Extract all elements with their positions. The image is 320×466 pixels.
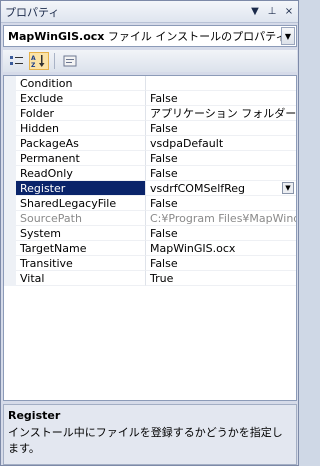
- property-value[interactable]: False: [146, 91, 296, 106]
- property-row[interactable]: Folder アプリケーション フォルダー: [4, 106, 296, 121]
- object-type: ファイル インストールのプロパティ: [107, 30, 281, 43]
- property-row[interactable]: TargetName MapWinGIS.ocx: [4, 241, 296, 256]
- property-name[interactable]: ReadOnly: [16, 166, 146, 181]
- description-title: Register: [8, 409, 61, 422]
- property-grid[interactable]: Condition Exclude False Folder アプリケーション フォルダ…: [3, 75, 297, 401]
- property-name[interactable]: Register: [16, 181, 146, 196]
- property-value[interactable]: False: [146, 166, 296, 181]
- svg-text:A: A: [31, 55, 36, 62]
- property-row[interactable]: Condition: [4, 76, 296, 91]
- property-name[interactable]: Hidden: [16, 121, 146, 136]
- property-value[interactable]: False: [146, 226, 296, 241]
- row-margin: [4, 76, 16, 91]
- row-margin: [4, 106, 16, 121]
- property-value[interactable]: False: [146, 256, 296, 271]
- property-value-text: C:¥Program Files¥MapWindow: [150, 212, 296, 225]
- property-toolbar: A Z: [3, 50, 297, 72]
- property-row[interactable]: Hidden False: [4, 121, 296, 136]
- property-value[interactable]: C:¥Program Files¥MapWindow: [146, 211, 296, 226]
- property-value-text: vsdpaDefault: [150, 137, 224, 150]
- property-name[interactable]: PackageAs: [16, 136, 146, 151]
- object-selector[interactable]: MapWinGIS.ocx ファイル インストールのプロパティ ▼: [3, 25, 297, 47]
- description-text: インストール中にファイルを登録するかどうかを指定します。: [8, 426, 283, 455]
- property-value-text: False: [150, 122, 178, 135]
- row-margin: [4, 196, 16, 211]
- property-value-text: True: [150, 272, 174, 285]
- svg-text:Z: Z: [31, 62, 36, 68]
- property-value[interactable]: False: [146, 121, 296, 136]
- property-value-text: vsdrfCOMSelfReg: [150, 182, 246, 195]
- window-dropdown-icon[interactable]: ▼: [247, 4, 263, 20]
- property-name[interactable]: Exclude: [16, 91, 146, 106]
- property-row[interactable]: Exclude False: [4, 91, 296, 106]
- property-name[interactable]: SharedLegacyFile: [16, 196, 146, 211]
- row-margin: [4, 91, 16, 106]
- property-value-text: False: [150, 167, 178, 180]
- row-margin: [4, 121, 16, 136]
- window-title: プロパティ: [5, 5, 60, 19]
- property-value[interactable]: MapWinGIS.ocx: [146, 241, 296, 256]
- object-name: MapWinGIS.ocx: [8, 30, 105, 43]
- property-name[interactable]: SourcePath: [16, 211, 146, 226]
- object-selector-text: MapWinGIS.ocx ファイル インストールのプロパティ: [4, 28, 281, 44]
- description-pane: Register インストール中にファイルを登録するかどうかを指定します。: [3, 404, 297, 465]
- property-value[interactable]: アプリケーション フォルダー: [146, 106, 296, 121]
- property-value-text: MapWinGIS.ocx: [150, 242, 236, 255]
- property-value[interactable]: True: [146, 271, 296, 286]
- properties-window: プロパティ ▼ ⊥ × MapWinGIS.ocx ファイル インストールのプロ…: [0, 0, 299, 466]
- property-name[interactable]: Condition: [16, 76, 146, 91]
- property-row[interactable]: Vital True: [4, 271, 296, 286]
- close-icon[interactable]: ×: [281, 4, 297, 20]
- property-value-text: False: [150, 152, 178, 165]
- object-selector-dropdown-icon[interactable]: ▼: [281, 27, 295, 45]
- property-value-text: False: [150, 257, 178, 270]
- toolbar-separator: [54, 53, 55, 69]
- property-value-text: False: [150, 92, 178, 105]
- property-value-text: False: [150, 197, 178, 210]
- title-bar[interactable]: プロパティ ▼ ⊥ ×: [1, 1, 298, 23]
- property-row[interactable]: PackageAs vsdpaDefault: [4, 136, 296, 151]
- property-row[interactable]: Permanent False: [4, 151, 296, 166]
- categorized-icon[interactable]: [7, 52, 27, 70]
- property-name[interactable]: System: [16, 226, 146, 241]
- row-margin: [4, 241, 16, 256]
- row-margin: [4, 151, 16, 166]
- property-pages-icon[interactable]: [60, 52, 80, 70]
- property-row[interactable]: ReadOnly False: [4, 166, 296, 181]
- row-margin: [4, 181, 16, 196]
- property-value-text: アプリケーション フォルダー: [150, 107, 296, 120]
- row-margin: [4, 211, 16, 226]
- property-name[interactable]: Permanent: [16, 151, 146, 166]
- property-row[interactable]: SharedLegacyFile False: [4, 196, 296, 211]
- property-value[interactable]: [146, 76, 296, 91]
- property-value-text: False: [150, 227, 178, 240]
- property-row[interactable]: Transitive False: [4, 256, 296, 271]
- row-margin: [4, 136, 16, 151]
- property-value[interactable]: vsdrfCOMSelfReg ▼: [146, 181, 296, 196]
- row-margin: [4, 166, 16, 181]
- property-row[interactable]: SourcePath C:¥Program Files¥MapWindow: [4, 211, 296, 226]
- row-margin: [4, 271, 16, 286]
- value-dropdown-icon[interactable]: ▼: [282, 182, 294, 194]
- property-row[interactable]: Register vsdrfCOMSelfReg ▼: [4, 181, 296, 196]
- row-margin: [4, 226, 16, 241]
- property-name[interactable]: Vital: [16, 271, 146, 286]
- alphabetical-icon[interactable]: A Z: [29, 52, 49, 70]
- property-name[interactable]: Transitive: [16, 256, 146, 271]
- property-value[interactable]: False: [146, 196, 296, 211]
- row-margin: [4, 256, 16, 271]
- property-value[interactable]: False: [146, 151, 296, 166]
- property-name[interactable]: TargetName: [16, 241, 146, 256]
- property-value[interactable]: vsdpaDefault: [146, 136, 296, 151]
- property-row[interactable]: System False: [4, 226, 296, 241]
- property-name[interactable]: Folder: [16, 106, 146, 121]
- pin-icon[interactable]: ⊥: [264, 4, 280, 20]
